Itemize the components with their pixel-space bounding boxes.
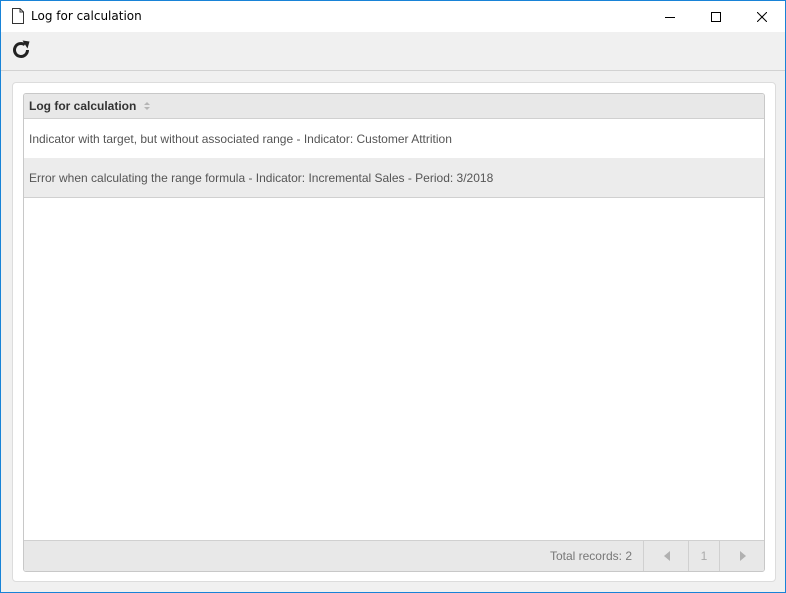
row-message: Indicator with target, but without assoc… [29, 132, 452, 146]
minimize-icon [665, 16, 675, 18]
page-number[interactable]: 1 [688, 541, 719, 571]
refresh-button[interactable] [9, 38, 33, 62]
column-header-log[interactable]: Log for calculation [29, 99, 136, 113]
close-button[interactable] [739, 1, 785, 32]
sort-icon[interactable] [143, 101, 151, 111]
content-panel: Log for calculation Indicator with targe… [12, 82, 776, 582]
total-records: Total records: 2 [549, 549, 632, 563]
refresh-icon [13, 40, 30, 58]
previous-page-button[interactable] [643, 541, 689, 571]
maximize-button[interactable] [693, 1, 739, 32]
chevron-left-icon [663, 551, 670, 561]
next-page-button[interactable] [719, 541, 764, 571]
minimize-button[interactable] [647, 1, 693, 32]
close-icon [757, 11, 767, 22]
log-grid: Log for calculation Indicator with targe… [23, 93, 765, 572]
window-title: Log for calculation [31, 9, 142, 23]
grid-footer: Total records: 2 1 [24, 540, 764, 571]
toolbar [1, 32, 785, 71]
title-bar[interactable]: Log for calculation [1, 1, 785, 32]
maximize-icon [711, 11, 721, 22]
table-row[interactable]: Indicator with target, but without assoc… [24, 119, 764, 158]
row-message: Error when calculating the range formula… [29, 171, 494, 185]
log-window: Log for calculation Log for calculation … [0, 0, 786, 593]
table-row[interactable]: Error when calculating the range formula… [24, 158, 764, 198]
grid-header: Log for calculation [24, 94, 764, 119]
chevron-right-icon [739, 551, 746, 561]
document-icon [12, 8, 24, 24]
